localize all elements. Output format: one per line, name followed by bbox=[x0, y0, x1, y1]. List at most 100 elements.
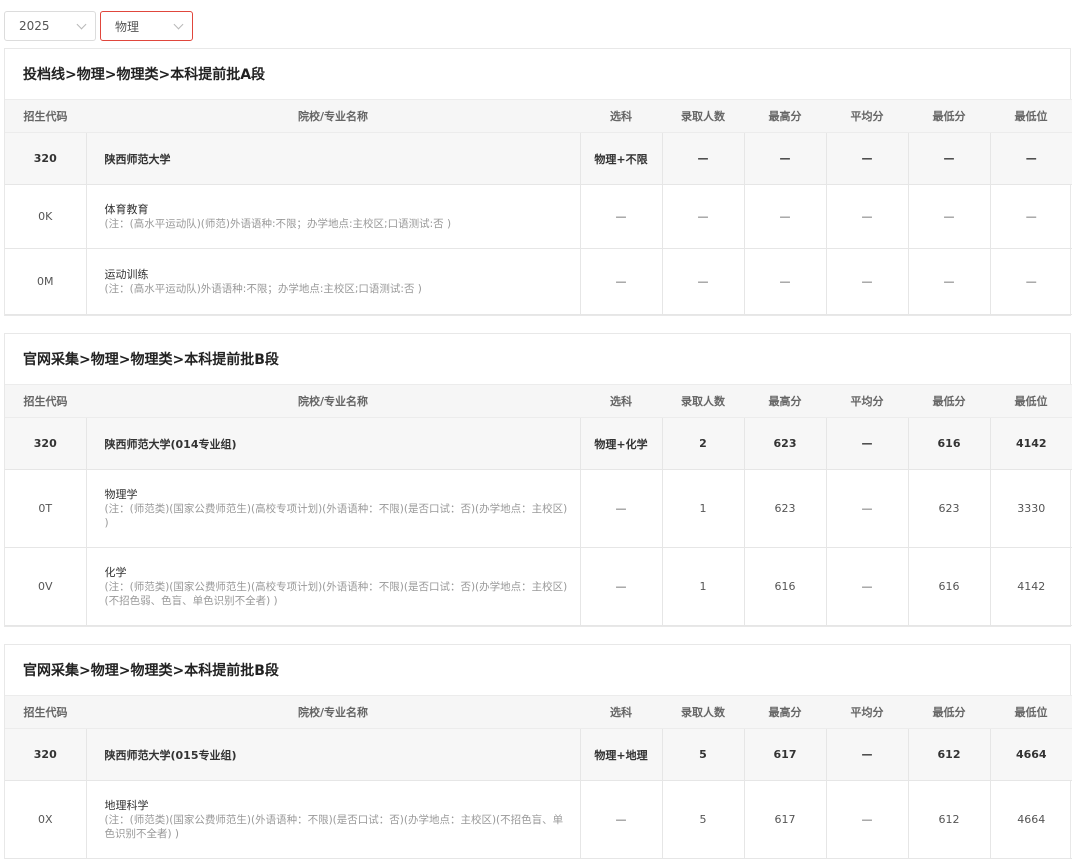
row-name-cell: 运动训练 (注：(高水平运动队)外语语种:不限；办学地点:主校区;口语测试:否 … bbox=[85, 248, 580, 315]
header-code: 招生代码 bbox=[5, 384, 86, 418]
table-header-row: 招生代码 院校/专业名称 选科 录取人数 最高分 平均分 最低分 最低位 bbox=[5, 384, 1072, 418]
row-subject: — bbox=[579, 469, 662, 548]
row-rank: 4664 bbox=[989, 780, 1072, 859]
row-min: 612 bbox=[907, 780, 990, 859]
group-rank: 4664 bbox=[989, 728, 1072, 781]
chevron-down-icon bbox=[76, 19, 87, 29]
row-rank: — bbox=[989, 248, 1072, 315]
chevron-down-icon bbox=[173, 19, 184, 29]
header-max: 最高分 bbox=[744, 695, 826, 729]
header-min: 最低分 bbox=[908, 99, 990, 133]
group-subject: 物理+地理 bbox=[579, 728, 662, 781]
group-avg: — bbox=[825, 728, 908, 781]
row-code: 0T bbox=[5, 469, 86, 548]
row-rank: — bbox=[989, 184, 1072, 249]
table-row: 0M 运动训练 (注：(高水平运动队)外语语种:不限；办学地点:主校区;口语测试… bbox=[5, 248, 1072, 315]
filter-bar: 2025 物理 bbox=[4, 11, 193, 41]
year-select[interactable]: 2025 bbox=[4, 11, 96, 41]
group-min: 616 bbox=[907, 417, 990, 470]
group-min: — bbox=[907, 132, 990, 185]
table-row: 0K 体育教育 (注：(高水平运动队)(师范)外语语种:不限；办学地点:主校区;… bbox=[5, 184, 1072, 249]
header-rank: 最低位 bbox=[990, 384, 1072, 418]
group-name: 陕西师范大学(014专业组) bbox=[85, 417, 580, 470]
header-code: 招生代码 bbox=[5, 99, 86, 133]
row-min: — bbox=[907, 184, 990, 249]
major-note: (注：(师范类)(国家公费师范生)(外语语种：不限)(是否口试：否)(办学地点：… bbox=[104, 813, 564, 840]
group-avg: — bbox=[825, 132, 908, 185]
row-min: — bbox=[907, 248, 990, 315]
group-name: 陕西师范大学(015专业组) bbox=[85, 728, 580, 781]
row-code: 0K bbox=[5, 184, 86, 249]
header-name: 院校/专业名称 bbox=[86, 99, 580, 133]
table-header-row: 招生代码 院校/专业名称 选科 录取人数 最高分 平均分 最低分 最低位 bbox=[5, 99, 1072, 133]
row-min: 623 bbox=[907, 469, 990, 548]
header-subject: 选科 bbox=[580, 384, 662, 418]
header-avg: 平均分 bbox=[826, 695, 908, 729]
header-count: 录取人数 bbox=[662, 99, 744, 133]
header-subject: 选科 bbox=[580, 695, 662, 729]
major-name: 地理科学 bbox=[104, 798, 149, 812]
group-max: 617 bbox=[743, 728, 826, 781]
row-max: — bbox=[743, 184, 826, 249]
row-rank: 4142 bbox=[989, 547, 1072, 626]
group-subject: 物理+不限 bbox=[579, 132, 662, 185]
group-count: 5 bbox=[661, 728, 744, 781]
group-count: 2 bbox=[661, 417, 744, 470]
row-subject: — bbox=[579, 780, 662, 859]
score-section-2: 官网采集>物理>物理类>本科提前批B段 招生代码 院校/专业名称 选科 录取人数… bbox=[4, 333, 1072, 627]
group-row: 320 陕西师范大学 物理+不限 — — — — — bbox=[5, 132, 1072, 185]
group-max: — bbox=[743, 132, 826, 185]
year-select-value: 2025 bbox=[19, 19, 50, 33]
header-subject: 选科 bbox=[580, 99, 662, 133]
header-max: 最高分 bbox=[744, 99, 826, 133]
group-max: 623 bbox=[743, 417, 826, 470]
group-row: 320 陕西师范大学(015专业组) 物理+地理 5 617 — 612 466… bbox=[5, 728, 1072, 781]
row-min: 616 bbox=[907, 547, 990, 626]
subject-select[interactable]: 物理 bbox=[100, 11, 193, 41]
row-name-cell: 体育教育 (注：(高水平运动队)(师范)外语语种:不限；办学地点:主校区;口语测… bbox=[85, 184, 580, 249]
header-avg: 平均分 bbox=[826, 99, 908, 133]
row-code: 0X bbox=[5, 780, 86, 859]
row-avg: — bbox=[825, 184, 908, 249]
row-name-cell: 地理科学 (注：(师范类)(国家公费师范生)(外语语种：不限)(是否口试：否)(… bbox=[85, 780, 580, 859]
row-max: 617 bbox=[743, 780, 826, 859]
row-count: 5 bbox=[661, 780, 744, 859]
score-table: 招生代码 院校/专业名称 选科 录取人数 最高分 平均分 最低分 最低位 320… bbox=[5, 99, 1072, 315]
row-rank: 3330 bbox=[989, 469, 1072, 548]
section-title: 官网采集>物理>物理类>本科提前批B段 bbox=[5, 645, 1070, 695]
score-section-3: 官网采集>物理>物理类>本科提前批B段 招生代码 院校/专业名称 选科 录取人数… bbox=[4, 644, 1072, 859]
header-max: 最高分 bbox=[744, 384, 826, 418]
header-min: 最低分 bbox=[908, 695, 990, 729]
header-count: 录取人数 bbox=[662, 695, 744, 729]
row-avg: — bbox=[825, 469, 908, 548]
major-note: (注：(师范类)(国家公费师范生)(高校专项计划)(外语语种：不限)(是否口试：… bbox=[104, 580, 568, 607]
row-subject: — bbox=[579, 184, 662, 249]
row-avg: — bbox=[825, 547, 908, 626]
group-code: 320 bbox=[5, 728, 86, 781]
major-note: (注：(高水平运动队)(师范)外语语种:不限；办学地点:主校区;口语测试:否 ) bbox=[104, 217, 452, 230]
group-row: 320 陕西师范大学(014专业组) 物理+化学 2 623 — 616 414… bbox=[5, 417, 1072, 470]
major-name: 物理学 bbox=[104, 487, 138, 501]
row-count: — bbox=[661, 248, 744, 315]
row-avg: — bbox=[825, 248, 908, 315]
header-code: 招生代码 bbox=[5, 695, 86, 729]
group-count: — bbox=[661, 132, 744, 185]
row-avg: — bbox=[825, 780, 908, 859]
header-name: 院校/专业名称 bbox=[86, 384, 580, 418]
group-avg: — bbox=[825, 417, 908, 470]
table-row: 0V 化学 (注：(师范类)(国家公费师范生)(高校专项计划)(外语语种：不限)… bbox=[5, 547, 1072, 626]
header-count: 录取人数 bbox=[662, 384, 744, 418]
score-table: 招生代码 院校/专业名称 选科 录取人数 最高分 平均分 最低分 最低位 320… bbox=[5, 695, 1072, 859]
section-title: 官网采集>物理>物理类>本科提前批B段 bbox=[5, 334, 1070, 384]
table-row: 0T 物理学 (注：(师范类)(国家公费师范生)(高校专项计划)(外语语种：不限… bbox=[5, 469, 1072, 548]
group-rank: — bbox=[989, 132, 1072, 185]
score-table: 招生代码 院校/专业名称 选科 录取人数 最高分 平均分 最低分 最低位 320… bbox=[5, 384, 1072, 626]
row-name-cell: 化学 (注：(师范类)(国家公费师范生)(高校专项计划)(外语语种：不限)(是否… bbox=[85, 547, 580, 626]
row-code: 0V bbox=[5, 547, 86, 626]
group-min: 612 bbox=[907, 728, 990, 781]
table-header-row: 招生代码 院校/专业名称 选科 录取人数 最高分 平均分 最低分 最低位 bbox=[5, 695, 1072, 729]
major-name: 体育教育 bbox=[104, 202, 149, 216]
row-max: 623 bbox=[743, 469, 826, 548]
row-max: — bbox=[743, 248, 826, 315]
major-note: (注：(师范类)(国家公费师范生)(高校专项计划)(外语语种：不限)(是否口试：… bbox=[104, 502, 568, 529]
